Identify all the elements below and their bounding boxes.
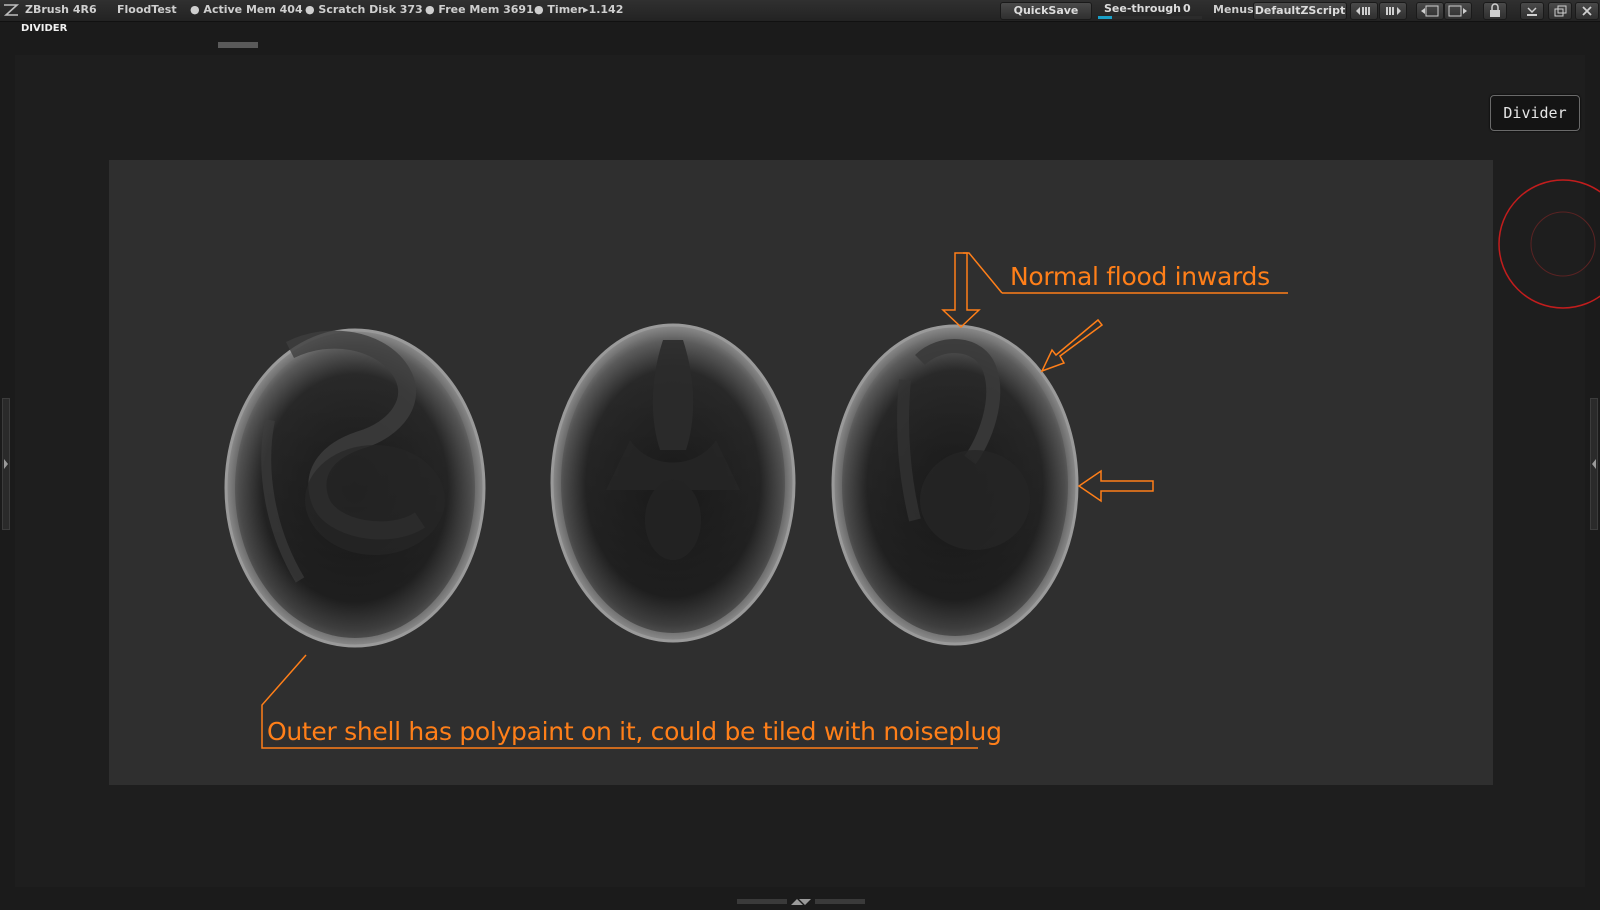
left-tray-handle[interactable] [2, 398, 10, 530]
bottom-tray-handle[interactable] [737, 891, 865, 905]
close-icon[interactable] [1575, 2, 1599, 20]
swap-ui-left-icon[interactable] [1416, 2, 1444, 20]
layout-prev-icon[interactable] [1350, 2, 1378, 20]
divider-button[interactable]: Divider [1490, 95, 1580, 131]
swap-ui-right-icon[interactable] [1444, 2, 1472, 20]
palette-tab-handle[interactable] [218, 42, 258, 48]
see-through-label: See-through [1104, 2, 1182, 15]
zbrush-logo-icon[interactable] [2, 2, 20, 18]
scratch-disk-stat: ● Scratch Disk 373 [305, 3, 423, 16]
annotation-outer-shell: Outer shell has polypaint on it, could b… [267, 717, 1002, 746]
right-tray-handle[interactable] [1590, 398, 1598, 530]
active-mem-stat: ● Active Mem 404 [190, 3, 303, 16]
minimize-icon[interactable] [1520, 2, 1544, 20]
document-name: FloodTest [117, 3, 177, 16]
layout-next-icon[interactable] [1379, 2, 1407, 20]
menus-toggle[interactable]: Menus [1213, 3, 1254, 16]
restore-icon[interactable] [1548, 2, 1572, 20]
lock-icon[interactable] [1483, 2, 1507, 20]
see-through-fill [1098, 16, 1112, 19]
palette-title: DIVIDER [21, 23, 68, 34]
quicksave-button[interactable]: QuickSave [1000, 2, 1092, 20]
timer-stat: ● Timer▸1.142 [534, 3, 624, 16]
canvas-document[interactable] [109, 160, 1493, 785]
annotation-normal-flood: Normal flood inwards [1010, 262, 1270, 291]
title-bar: ZBrush 4R6 FloodTest ● Active Mem 404 ● … [0, 0, 1600, 22]
see-through-track[interactable] [1098, 16, 1202, 19]
app-name: ZBrush 4R6 [25, 3, 97, 16]
free-mem-stat: ● Free Mem 3691 [425, 3, 534, 16]
see-through-value: 0 [1183, 2, 1191, 15]
see-through-slider[interactable]: See-through 0 [1098, 1, 1202, 19]
default-zscript-button[interactable]: DefaultZScript [1253, 2, 1347, 20]
